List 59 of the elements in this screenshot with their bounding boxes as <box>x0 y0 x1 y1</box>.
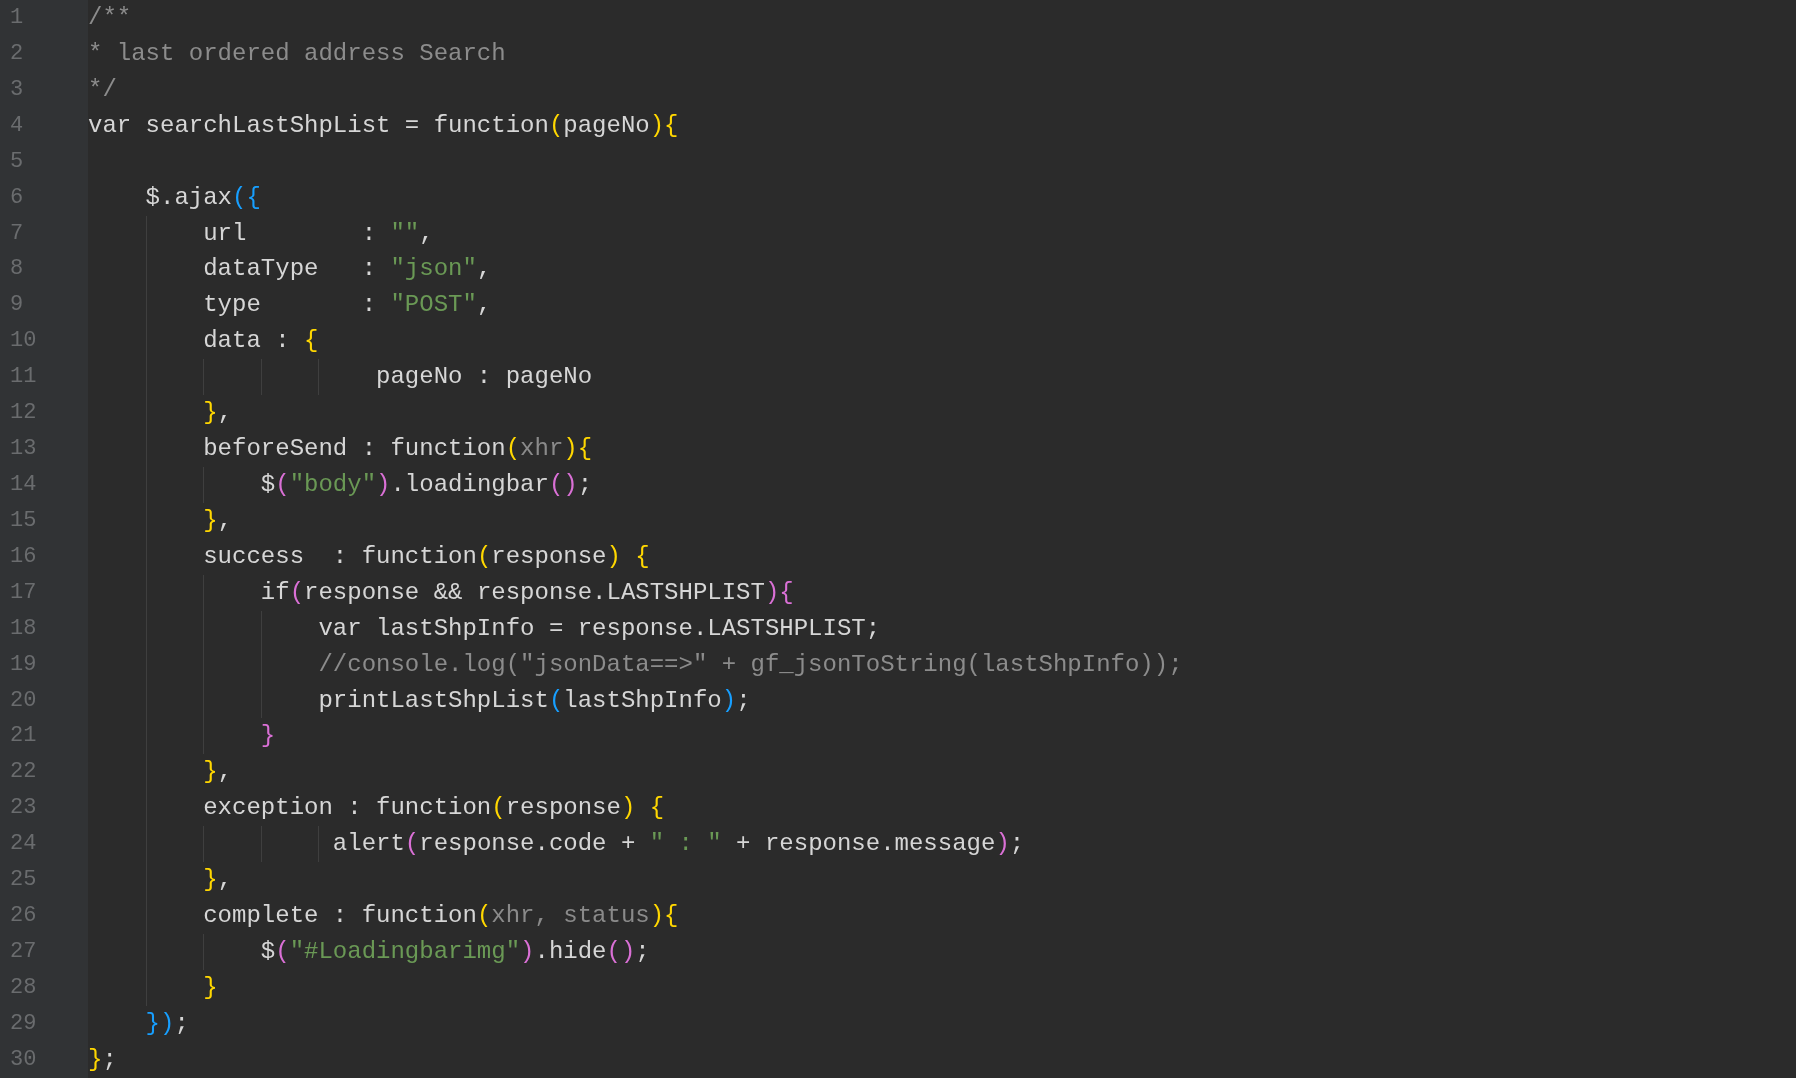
line-number: 8 <box>9 255 25 284</box>
code-line: //console.log("jsonData==>" + gf_jsonToString(lastShpInfo)); <box>317 649 1183 680</box>
code-line: printLastShpList(lastShpInfo); <box>317 685 751 716</box>
code-line: if(response && response.LASTSHPLIST){ <box>259 577 794 608</box>
code-line: data : { <box>202 326 319 357</box>
line-number: 11 <box>9 363 38 392</box>
code-line: success : function(response) { <box>202 541 650 572</box>
code-line: var searchLastShpList = function(pageNo){ <box>88 110 679 141</box>
line-number: 17 <box>9 578 38 607</box>
line-number: 12 <box>9 399 38 428</box>
line-number: 4 <box>9 111 25 140</box>
line-number: 26 <box>9 902 38 931</box>
code-line: $("body").loadingbar(); <box>259 470 593 500</box>
line-number: 5 <box>9 147 25 176</box>
code-line: } <box>202 972 218 1003</box>
code-line: url : "", <box>202 218 434 249</box>
line-number: 22 <box>9 758 38 787</box>
code-line: * last ordered address Search <box>88 38 506 69</box>
line-number: 24 <box>9 830 38 859</box>
line-number: 15 <box>9 506 38 535</box>
line-number: 23 <box>9 794 38 823</box>
line-number: 27 <box>9 937 38 966</box>
line-number: 19 <box>9 650 38 679</box>
code-line: /** <box>88 3 132 33</box>
code-line: exception : function(response) { <box>202 793 665 824</box>
code-line: var lastShpInfo = response.LASTSHPLIST; <box>317 613 881 644</box>
code-line: pageNo : pageNo <box>375 362 593 393</box>
line-number: 16 <box>9 542 38 571</box>
code-line: $.ajax({ <box>144 182 261 213</box>
line-number: 2 <box>9 39 25 68</box>
code-line: }); <box>144 1008 189 1039</box>
code-line: }, <box>202 865 233 896</box>
code-line: complete : function(xhr, status){ <box>202 901 679 932</box>
code-line: */ <box>88 74 117 105</box>
line-number: 18 <box>9 614 38 643</box>
code-line: type : "POST", <box>202 290 492 321</box>
line-number: 6 <box>9 183 25 212</box>
code-line: } <box>259 721 276 752</box>
line-number: 7 <box>9 219 25 248</box>
code-line: }, <box>202 505 233 536</box>
code-line: }, <box>202 757 233 788</box>
line-number: 3 <box>9 75 25 104</box>
code-line: $("#Loadingbarimg").hide(); <box>259 936 650 967</box>
line-number: 29 <box>9 1009 38 1038</box>
line-number: 9 <box>9 291 25 320</box>
code-line: alert(response.code + " : " + response.message); <box>331 829 1025 860</box>
line-number: 13 <box>9 435 38 464</box>
line-number: 20 <box>9 686 38 715</box>
line-number: 1 <box>9 4 25 32</box>
line-number: 14 <box>9 471 38 499</box>
line-number: 21 <box>9 722 38 751</box>
code-line: }, <box>202 398 233 429</box>
code-line: dataType : "json", <box>202 254 492 285</box>
code-line: beforeSend : function(xhr){ <box>202 434 593 465</box>
code-line: }; <box>88 1044 117 1075</box>
line-number: 30 <box>9 1045 38 1074</box>
line-number: 25 <box>9 866 38 895</box>
line-number: 28 <box>9 973 38 1002</box>
line-number: 10 <box>9 327 38 356</box>
